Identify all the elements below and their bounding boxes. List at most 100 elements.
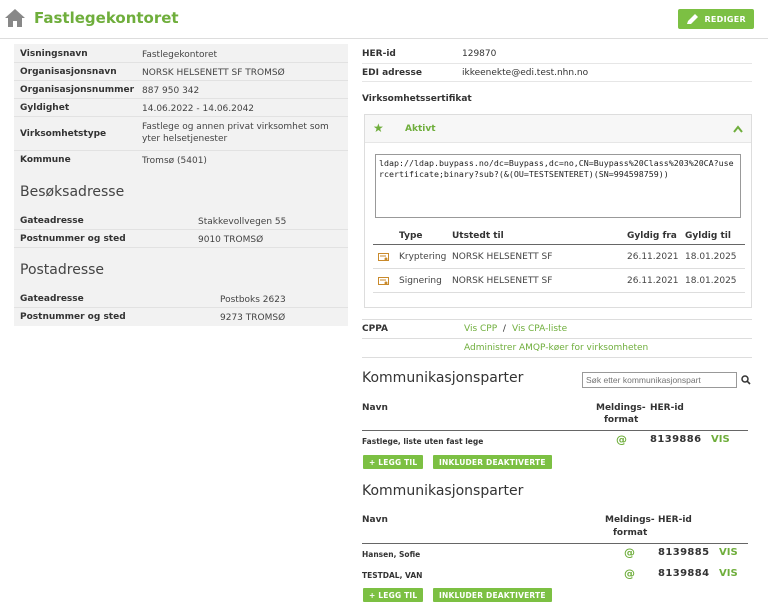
cert-valid-from: 26.11.2021 xyxy=(627,276,679,286)
col-format: Meldings- xyxy=(605,515,655,525)
at-icon: @ xyxy=(624,567,635,580)
info-row: Postnummer og sted 9010 TROMSØ xyxy=(14,230,348,248)
col-navn: Navn xyxy=(362,403,388,413)
info-label: Gyldighet xyxy=(20,103,70,113)
party-name: Fastlege, liste uten fast lege xyxy=(362,437,484,446)
cert-heading: Virksomhetssertifikat xyxy=(362,94,472,104)
edi-label: EDI adresse xyxy=(362,68,422,78)
edit-button[interactable]: REDIGER xyxy=(678,9,754,29)
divider xyxy=(362,338,752,339)
cert-valid-until: 18.01.2025 xyxy=(685,252,737,262)
info-label: Postnummer og sted xyxy=(20,234,126,244)
home-icon xyxy=(5,9,25,27)
vis-cpp-link[interactable]: Vis CPP xyxy=(464,324,497,334)
amqp-link[interactable]: Administrer AMQP-køer for virksomheten xyxy=(464,343,648,353)
her-id-label: HER-id xyxy=(362,49,396,59)
info-row: Gateadresse Postboks 2623 xyxy=(14,290,348,308)
her-id-value: 129870 xyxy=(462,49,497,59)
her-id-row: HER-id 129870 xyxy=(362,46,752,64)
info-label: Gateadresse xyxy=(20,294,84,304)
party-her-id: 8139885 xyxy=(658,547,710,558)
info-row: Gyldighet 14.06.2022 - 14.06.2042 xyxy=(14,99,348,117)
org-info-panel: Visningsnavn Fastlegekontoret Organisasj… xyxy=(14,44,348,326)
col-gyldig-til: Gyldig til xyxy=(685,231,731,241)
info-value: Fastlegekontoret xyxy=(142,50,218,60)
cert-valid-from: 26.11.2021 xyxy=(627,252,679,262)
col-type: Type xyxy=(399,231,423,241)
party-name: TESTDAL, VAN xyxy=(362,571,423,580)
star-icon: ★ xyxy=(373,121,384,135)
cert-issued-to: NORSK HELSENETT SF xyxy=(452,276,553,286)
cert-status: Aktivt xyxy=(405,124,436,134)
edit-button-label: REDIGER xyxy=(704,14,746,24)
info-label: Gateadresse xyxy=(20,216,84,226)
party-name: Hansen, Sofie xyxy=(362,550,421,559)
ldap-url-textarea[interactable]: ldap://ldap.buypass.no/dc=Buypass,dc=no,… xyxy=(375,154,741,218)
include-deactivated-button[interactable]: INKLUDER DEAKTIVERTE xyxy=(433,455,552,469)
include-deactivated-button[interactable]: INKLUDER DEAKTIVERTE xyxy=(433,588,552,602)
besoksadresse-heading: Besøksadresse xyxy=(20,184,125,200)
certificate-icon xyxy=(378,253,389,261)
info-value: 9273 TROMSØ xyxy=(220,313,286,323)
edi-value: ikkeenekte@edi.test.nhn.no xyxy=(462,68,589,78)
info-label: Organisasjonsnavn xyxy=(20,67,117,77)
info-row: Visningsnavn Fastlegekontoret xyxy=(14,46,348,63)
info-row: Postnummer og sted 9273 TROMSØ xyxy=(14,308,348,326)
postadresse-heading: Postadresse xyxy=(20,262,105,278)
pencil-icon xyxy=(687,14,699,24)
party-her-id: 8139884 xyxy=(658,568,710,579)
info-row: Virksomhetstype Fastlege og annen privat… xyxy=(14,117,348,151)
info-value: Tromsø (5401) xyxy=(142,156,207,166)
info-value: NORSK HELSENETT SF TROMSØ xyxy=(142,68,285,78)
divider xyxy=(373,292,745,293)
certificate-panel: ★ Aktivt ldap://ldap.buypass.no/dc=Buypa… xyxy=(364,114,752,308)
divider xyxy=(362,543,748,544)
divider xyxy=(362,319,752,320)
info-label: Virksomhetstype xyxy=(20,129,107,139)
cert-accordion-header[interactable]: ★ Aktivt xyxy=(365,115,751,143)
at-icon: @ xyxy=(616,433,627,446)
info-value: 887 950 342 xyxy=(142,86,200,96)
komm-heading: Kommunikasjonsparter xyxy=(362,483,524,499)
info-value: Stakkevollvegen 55 xyxy=(198,217,287,227)
at-icon: @ xyxy=(624,546,635,559)
col-format: Meldings- xyxy=(596,403,646,413)
cert-issued-to: NORSK HELSENETT SF xyxy=(452,252,553,262)
vis-cpa-link[interactable]: Vis CPA-liste xyxy=(512,324,567,334)
divider xyxy=(373,268,745,269)
info-label: Visningsnavn xyxy=(20,49,88,59)
vis-link[interactable]: VIS xyxy=(719,547,738,558)
info-label: Kommune xyxy=(20,155,71,165)
cert-type: Signering xyxy=(399,276,442,286)
vis-link[interactable]: VIS xyxy=(719,568,738,579)
page-title: Fastlegekontoret xyxy=(34,9,179,27)
info-row: Organisasjonsnavn NORSK HELSENETT SF TRO… xyxy=(14,63,348,81)
info-value: Fastlege og annen privat virksomhet som … xyxy=(142,122,329,144)
cppa-label: CPPA xyxy=(362,324,388,334)
info-value: 9010 TROMSØ xyxy=(198,235,264,245)
search-icon[interactable] xyxy=(741,375,751,385)
vis-link[interactable]: VIS xyxy=(711,434,730,445)
party-her-id: 8139886 xyxy=(650,434,702,445)
info-row: Kommune Tromsø (5401) xyxy=(14,151,348,169)
divider xyxy=(362,430,748,431)
col-navn: Navn xyxy=(362,515,388,525)
edi-row: EDI adresse ikkeenekte@edi.test.nhn.no xyxy=(362,64,752,82)
search-input[interactable] xyxy=(582,372,737,388)
certificate-icon xyxy=(378,277,389,285)
cert-valid-until: 18.01.2025 xyxy=(685,276,737,286)
add-button[interactable]: + LEGG TIL xyxy=(363,455,424,469)
info-value: 14.06.2022 - 14.06.2042 xyxy=(142,104,255,114)
chevron-up-icon[interactable] xyxy=(733,125,743,133)
col-her-id: HER-id xyxy=(650,403,684,413)
komm-heading: Kommunikasjonsparter xyxy=(362,370,524,386)
col-utstedt: Utstedt til xyxy=(452,231,504,241)
info-label: Organisasjonsnummer xyxy=(20,85,135,95)
divider xyxy=(362,357,752,358)
add-button[interactable]: + LEGG TIL xyxy=(363,588,424,602)
info-row: Gateadresse Stakkevollvegen 55 xyxy=(14,212,348,230)
col-format: format xyxy=(613,528,648,538)
link-separator: / xyxy=(500,324,509,334)
cert-type: Kryptering xyxy=(399,252,447,262)
divider xyxy=(0,38,768,39)
